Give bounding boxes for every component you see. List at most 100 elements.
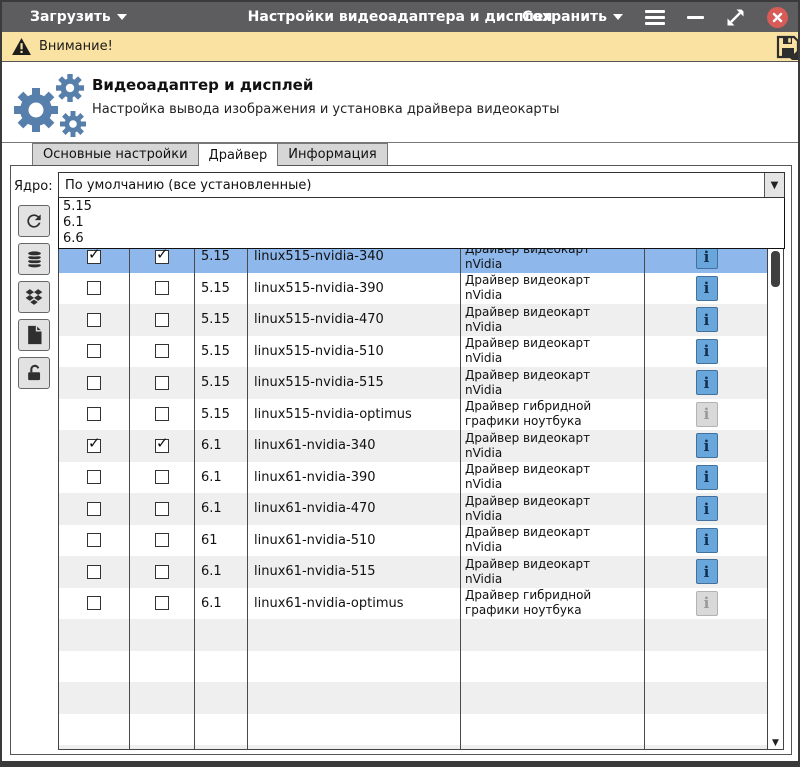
installed-checkbox[interactable] (87, 250, 101, 264)
cell-info: i (645, 304, 768, 336)
default-checkbox[interactable] (155, 344, 169, 358)
default-checkbox[interactable] (155, 376, 169, 390)
description-line1: Драйвер гибридной (465, 399, 591, 414)
kernel-option[interactable]: 5.15 (59, 199, 784, 215)
info-button[interactable]: i (696, 528, 718, 553)
tab-information[interactable]: Информация (278, 143, 387, 165)
table-row[interactable]: 61 linux61-nvidia-510 Драйвер видеокартn… (59, 525, 768, 557)
database-button[interactable] (18, 243, 50, 275)
close-icon (772, 12, 783, 23)
table-row[interactable] (59, 745, 768, 750)
table-row[interactable] (59, 682, 768, 714)
cell-description (461, 682, 645, 714)
table-row[interactable]: 5.15 linux515-nvidia-optimus Драйвер гиб… (59, 399, 768, 431)
save-floppy-icon[interactable] (775, 34, 798, 60)
installed-checkbox[interactable] (87, 565, 101, 579)
refresh-icon (24, 211, 44, 231)
info-button[interactable]: i (696, 339, 718, 364)
repository-button[interactable] (18, 281, 50, 313)
table-row[interactable]: 5.15 linux515-nvidia-470 Драйвер видеока… (59, 304, 768, 336)
installed-checkbox[interactable] (87, 281, 101, 295)
info-button[interactable]: i (696, 559, 718, 584)
logs-button[interactable] (18, 319, 50, 351)
installed-checkbox[interactable] (87, 470, 101, 484)
default-checkbox[interactable] (155, 502, 169, 516)
installed-checkbox[interactable] (87, 439, 101, 453)
refresh-button[interactable] (18, 205, 50, 237)
menu-hamburger-icon[interactable] (645, 10, 665, 25)
table-row[interactable]: 5.15 linux515-nvidia-390 Драйвер видеока… (59, 273, 768, 305)
app-header: Видеоадаптер и дисплей Настройка вывода … (2, 62, 798, 143)
table-row[interactable]: 6.1 linux61-nvidia-470 Драйвер видеокарт… (59, 493, 768, 525)
cell-installed (59, 682, 130, 714)
default-checkbox[interactable] (155, 250, 169, 264)
installed-checkbox[interactable] (87, 596, 101, 610)
table-row[interactable] (59, 714, 768, 746)
dropbox-icon (24, 288, 44, 307)
cell-default (130, 336, 195, 368)
info-button[interactable]: i (696, 307, 718, 332)
installed-checkbox[interactable] (87, 407, 101, 421)
combobox-arrow-button[interactable]: ▼ (764, 173, 784, 197)
kernel-option[interactable]: 6.6 (59, 231, 784, 247)
table-row[interactable]: 6.1 linux61-nvidia-390 Драйвер видеокарт… (59, 462, 768, 494)
unlock-button[interactable] (18, 357, 50, 389)
info-button[interactable]: i (696, 496, 718, 521)
table-row[interactable] (59, 651, 768, 683)
kernel-option[interactable]: 6.1 (59, 215, 784, 231)
vertical-scrollbar[interactable]: ▼ (767, 241, 783, 749)
installed-checkbox[interactable] (87, 313, 101, 327)
table-row[interactable]: 6.1 linux61-nvidia-optimus Драйвер гибри… (59, 588, 768, 620)
info-button[interactable]: i (696, 370, 718, 395)
load-menu-button[interactable]: Загрузить (30, 9, 127, 25)
table-row[interactable] (59, 619, 768, 651)
description-line2: nVidia (465, 320, 502, 335)
info-button[interactable]: i (696, 433, 718, 458)
installed-checkbox[interactable] (87, 533, 101, 547)
cell-description: Драйвер видеокартnVidia (461, 462, 645, 494)
cell-default (130, 651, 195, 683)
kernel-combobox[interactable]: По умолчанию (все установленные) ▼ (58, 172, 785, 198)
cell-description: Драйвер видеокартnVidia (461, 430, 645, 462)
cell-installed (59, 367, 130, 399)
save-menu-label: Сохранить (522, 9, 607, 25)
default-checkbox[interactable] (155, 565, 169, 579)
cell-description: Драйвер видеокартnVidia (461, 336, 645, 368)
default-checkbox[interactable] (155, 533, 169, 547)
scrollbar-thumb[interactable] (771, 251, 780, 287)
table-row[interactable]: 6.1 linux61-nvidia-515 Драйвер видеокарт… (59, 556, 768, 588)
table-row[interactable]: 6.1 linux61-nvidia-340 Драйвер видеокарт… (59, 430, 768, 462)
default-checkbox[interactable] (155, 407, 169, 421)
info-button[interactable]: i (696, 276, 718, 301)
cell-installed (59, 399, 130, 431)
titlebar-controls: Сохранить (522, 7, 788, 28)
cell-default (130, 745, 195, 750)
tab-basic-settings[interactable]: Основные настройки (32, 143, 199, 165)
table-row[interactable]: 5.15 linux515-nvidia-515 Драйвер видеока… (59, 367, 768, 399)
save-menu-button[interactable]: Сохранить (522, 9, 623, 25)
cell-driver-name: linux61-nvidia-515 (248, 556, 461, 588)
close-button[interactable] (767, 7, 788, 28)
installed-checkbox[interactable] (87, 376, 101, 390)
maximize-button[interactable] (726, 8, 745, 27)
installed-checkbox[interactable] (87, 344, 101, 358)
minimize-button[interactable] (687, 16, 704, 19)
default-checkbox[interactable] (155, 470, 169, 484)
cell-driver-name: linux515-nvidia-optimus (248, 399, 461, 431)
table-row[interactable]: 5.15 linux515-nvidia-510 Драйвер видеока… (59, 336, 768, 368)
default-checkbox[interactable] (155, 596, 169, 610)
tab-driver[interactable]: Драйвер (199, 143, 279, 166)
default-checkbox[interactable] (155, 439, 169, 453)
cell-info (645, 651, 768, 683)
cell-default (130, 462, 195, 494)
info-button[interactable]: i (696, 465, 718, 490)
description-line1: Драйвер видеокарт (465, 462, 590, 477)
default-checkbox[interactable] (155, 281, 169, 295)
description-line2: nVidia (465, 383, 502, 398)
warning-triangle-icon (12, 38, 31, 55)
scrollbar-down-arrow[interactable]: ▼ (768, 738, 783, 748)
cell-kernel (195, 745, 248, 750)
installed-checkbox[interactable] (87, 502, 101, 516)
default-checkbox[interactable] (155, 313, 169, 327)
cell-info: i (645, 556, 768, 588)
